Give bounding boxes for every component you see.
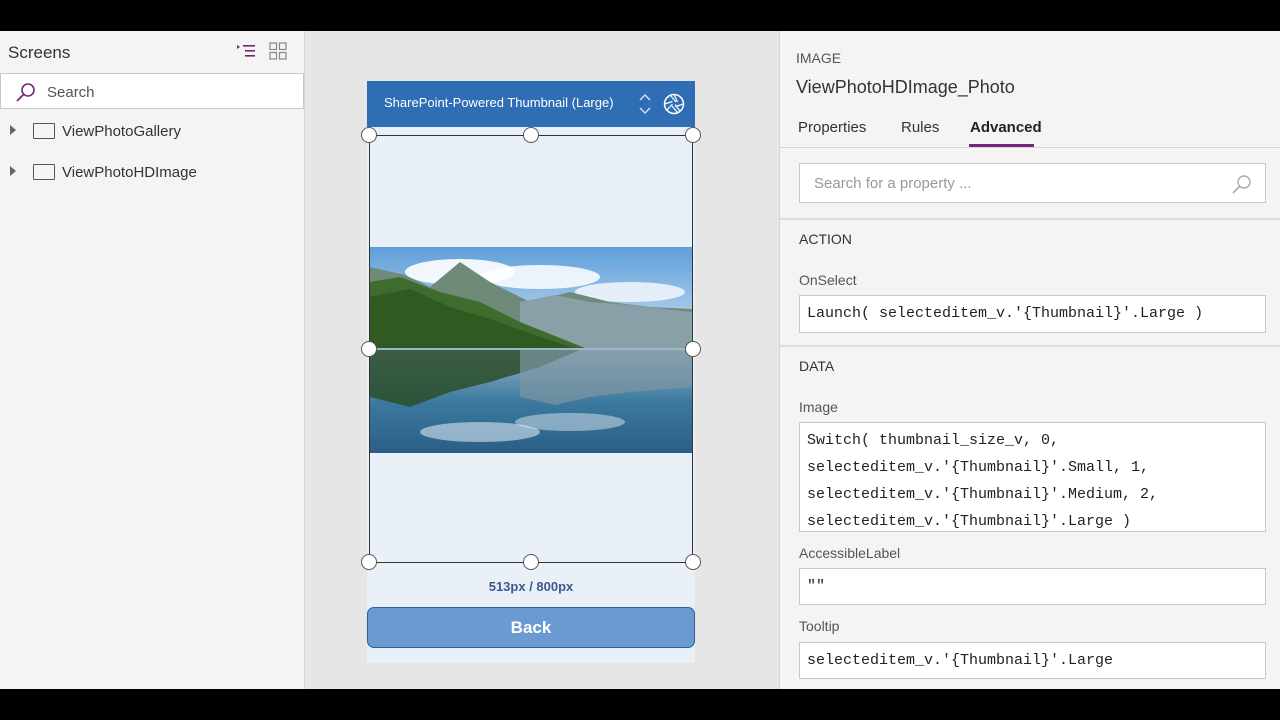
property-tabs: Properties Rules Advanced xyxy=(780,117,1280,148)
property-search-input[interactable] xyxy=(812,174,1216,193)
resize-handle-bottom[interactable] xyxy=(523,554,539,570)
image-size-label: 513px / 800px xyxy=(488,579,574,594)
grid-view-icon[interactable] xyxy=(268,41,288,61)
expand-caret-icon[interactable] xyxy=(10,125,16,135)
tree-item-label: ViewPhotoHDImage xyxy=(62,164,197,181)
formula-onselect[interactable]: Launch( selecteditem_v.'{Thumbnail}'.Lar… xyxy=(799,295,1266,333)
control-type-label: IMAGE xyxy=(796,50,842,66)
resize-handle-top-left[interactable] xyxy=(361,127,377,143)
property-label-accessiblelabel: AccessibleLabel xyxy=(799,545,901,561)
resize-handle-top[interactable] xyxy=(523,127,539,143)
screen-icon xyxy=(33,164,55,180)
control-name: ViewPhotoHDImage_Photo xyxy=(796,77,1015,97)
tree-item-viewphotohdimage[interactable]: ViewPhotoHDImage xyxy=(0,158,304,188)
tree-view-icon[interactable] xyxy=(236,41,256,61)
section-divider xyxy=(780,218,1280,220)
search-icon xyxy=(15,82,37,107)
tree-item-viewphotogallery[interactable]: ViewPhotoGallery xyxy=(0,117,304,147)
resize-handle-bottom-right[interactable] xyxy=(685,554,701,570)
resize-handle-top-right[interactable] xyxy=(685,127,701,143)
tab-properties[interactable]: Properties xyxy=(798,119,866,136)
property-label-onselect: OnSelect xyxy=(799,272,857,288)
section-divider xyxy=(780,345,1280,347)
size-up-down-icon[interactable] xyxy=(639,93,651,115)
selected-image-control[interactable] xyxy=(361,127,701,570)
resize-handle-left[interactable] xyxy=(361,341,377,357)
screen-header: SharePoint-Powered Thumbnail (Large) xyxy=(367,81,695,127)
resize-handle-bottom-left[interactable] xyxy=(361,554,377,570)
formula-accessiblelabel[interactable]: "" xyxy=(799,568,1266,605)
design-canvas: SharePoint-Powered Thumbnail (Large) 513… xyxy=(305,31,779,689)
screens-search-box xyxy=(0,73,304,109)
expand-caret-icon[interactable] xyxy=(10,166,16,176)
landscape-photo xyxy=(370,247,692,453)
screen-header-title: SharePoint-Powered Thumbnail (Large) xyxy=(384,95,614,110)
property-label-tooltip: Tooltip xyxy=(799,618,840,634)
screens-panel: Screens Search ViewPhotoGallery ViewPhot… xyxy=(0,31,305,689)
resize-handle-right[interactable] xyxy=(685,341,701,357)
tab-advanced[interactable]: Advanced xyxy=(970,119,1042,136)
power-apps-studio: Screens Search ViewPhotoGallery ViewPhot… xyxy=(0,31,1280,689)
section-heading-action: ACTION xyxy=(799,231,852,247)
formula-tooltip[interactable]: selecteditem_v.'{Thumbnail}'.Large xyxy=(799,642,1266,679)
property-search-box xyxy=(799,163,1266,203)
app-screen-preview: SharePoint-Powered Thumbnail (Large) 513… xyxy=(361,81,701,663)
tab-rules[interactable]: Rules xyxy=(901,119,939,136)
view-toggle xyxy=(236,41,288,61)
screen-icon xyxy=(33,123,55,139)
section-heading-data: DATA xyxy=(799,358,835,374)
back-button[interactable]: Back xyxy=(367,607,695,648)
search-icon xyxy=(1231,174,1253,199)
screens-search-input[interactable] xyxy=(45,81,289,103)
properties-panel: IMAGE ViewPhotoHDImage_Photo Properties … xyxy=(779,31,1280,689)
active-tab-indicator xyxy=(969,144,1034,147)
camera-shutter-icon[interactable] xyxy=(663,93,685,120)
screens-panel-title: Screens xyxy=(8,43,71,62)
formula-image[interactable]: Switch( thumbnail_size_v, 0, selectedite… xyxy=(799,422,1266,532)
property-label-image: Image xyxy=(799,399,838,415)
tree-item-label: ViewPhotoGallery xyxy=(62,123,181,140)
